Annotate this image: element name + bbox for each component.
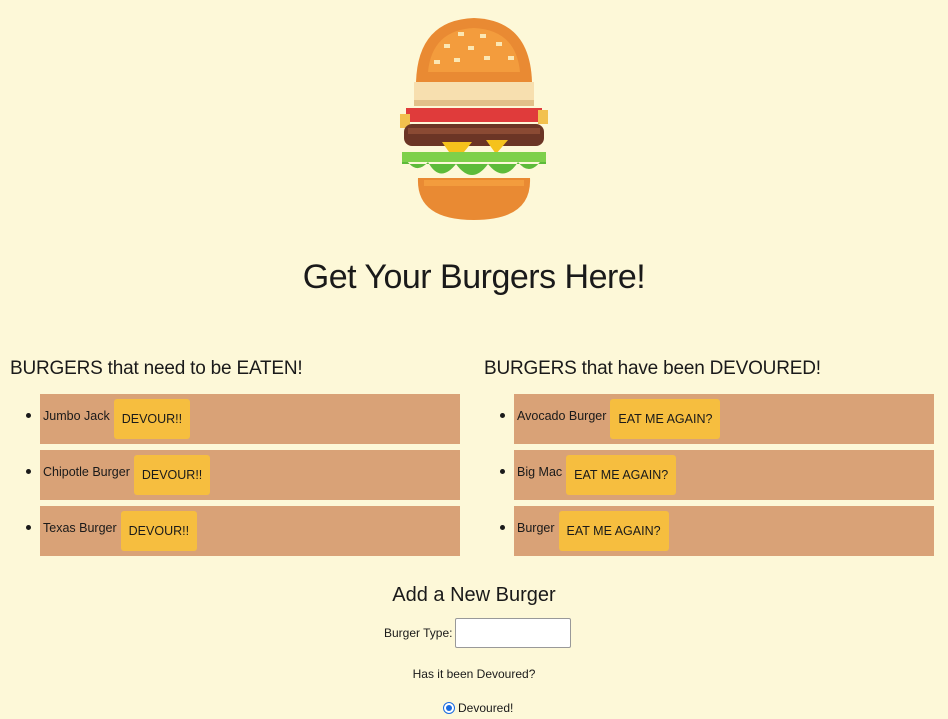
devoured-burgers-column: BURGERS that have been DEVOURED! Avocado… <box>484 358 940 562</box>
bullet-icon <box>26 469 31 474</box>
list-item: Jumbo Jack DEVOUR!! <box>26 394 466 444</box>
list-item: Big Mac EAT ME AGAIN? <box>500 450 940 500</box>
eat-again-button[interactable]: EAT ME AGAIN? <box>610 399 721 439</box>
burger-row: Texas Burger DEVOUR!! <box>40 506 460 556</box>
burger-row: Jumbo Jack DEVOUR!! <box>40 394 460 444</box>
bullet-icon <box>500 525 505 530</box>
devour-button[interactable]: DEVOUR!! <box>113 399 191 439</box>
burger-name: Texas Burger <box>43 521 117 535</box>
devour-button[interactable]: DEVOUR!! <box>133 455 211 495</box>
uneaten-heading: BURGERS that need to be EATEN! <box>10 358 303 379</box>
burger-type-field: Burger Type: <box>384 618 572 648</box>
burger-row: Avocado Burger EAT ME AGAIN? <box>514 394 934 444</box>
list-item: Burger EAT ME AGAIN? <box>500 506 940 556</box>
devoured-radio-option[interactable]: Devoured! <box>443 701 513 715</box>
uneaten-list: Jumbo Jack DEVOUR!! Chipotle Burger DEVO… <box>10 394 466 556</box>
form-title: Add a New Burger <box>392 584 556 606</box>
devoured-heading: BURGERS that have been DEVOURED! <box>484 358 821 379</box>
eat-again-button[interactable]: EAT ME AGAIN? <box>558 511 669 551</box>
burger-row: Chipotle Burger DEVOUR!! <box>40 450 460 500</box>
radio-button[interactable] <box>443 702 455 714</box>
page-title: Get Your Burgers Here! <box>302 258 646 296</box>
bullet-icon <box>26 413 31 418</box>
uneaten-burgers-column: BURGERS that need to be EATEN! Jumbo Jac… <box>10 358 466 562</box>
devour-button[interactable]: DEVOUR!! <box>120 511 198 551</box>
burger-name: Chipotle Burger <box>43 465 130 479</box>
bullet-icon <box>500 469 505 474</box>
burger-name: Big Mac <box>517 465 563 479</box>
burger-name: Avocado Burger <box>517 409 607 423</box>
burger-name: Burger <box>517 521 555 535</box>
burger-row: Big Mac EAT ME AGAIN? <box>514 450 934 500</box>
burger-type-input[interactable] <box>455 618 572 648</box>
list-item: Chipotle Burger DEVOUR!! <box>26 450 466 500</box>
devoured-question: Has it been Devoured? <box>412 667 536 681</box>
burger-row: Burger EAT ME AGAIN? <box>514 506 934 556</box>
eat-again-button[interactable]: EAT ME AGAIN? <box>566 455 677 495</box>
devoured-list: Avocado Burger EAT ME AGAIN? Big Mac EAT… <box>484 394 940 556</box>
burger-type-label: Burger Type: <box>384 626 453 640</box>
list-item: Texas Burger DEVOUR!! <box>26 506 466 556</box>
bullet-icon <box>26 525 31 530</box>
burger-name: Jumbo Jack <box>43 409 110 423</box>
burger-icon <box>400 18 548 220</box>
list-item: Avocado Burger EAT ME AGAIN? <box>500 394 940 444</box>
devoured-radio-label: Devoured! <box>458 701 514 715</box>
bullet-icon <box>500 413 505 418</box>
